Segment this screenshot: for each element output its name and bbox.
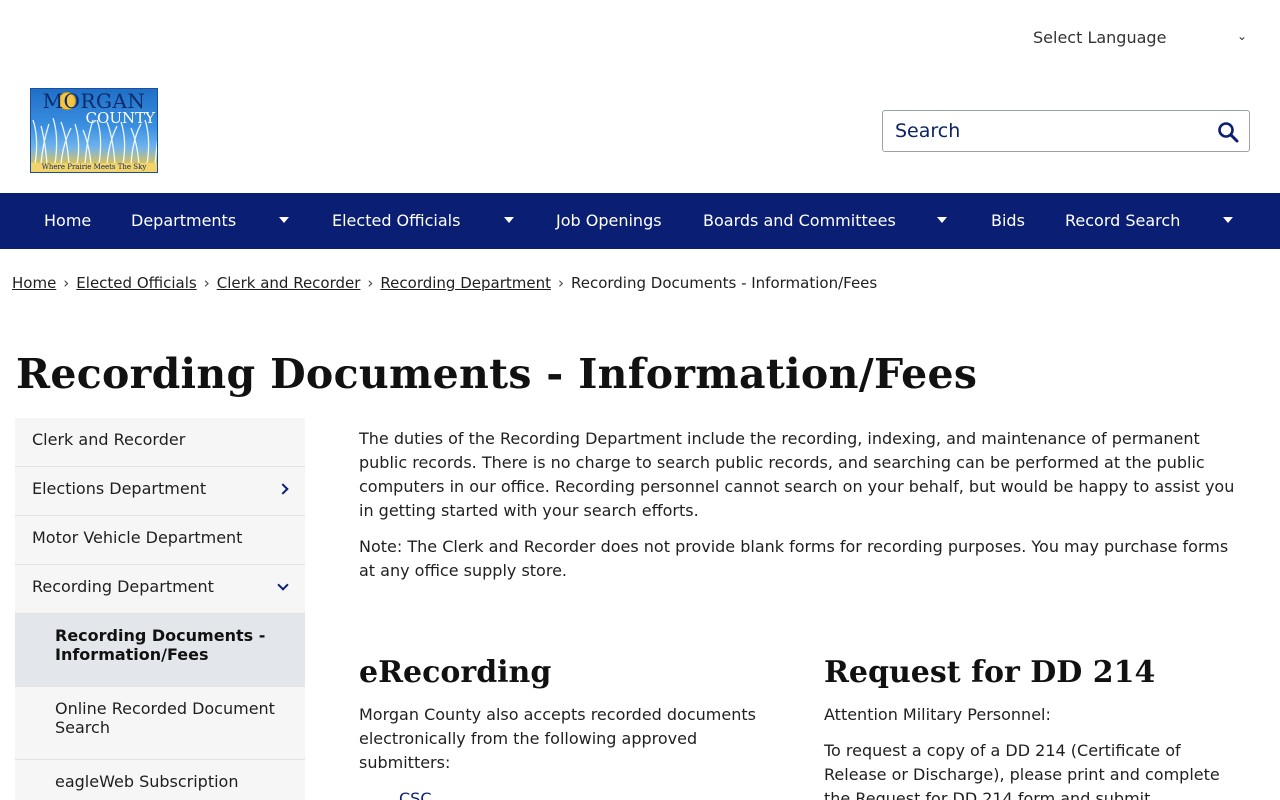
dd214-section: Request for DD 214 Attention Military Pe… [824, 655, 1234, 800]
sidebar-item-label: eagleWeb Subscription [55, 772, 239, 791]
nav-elected-officials[interactable]: Elected Officials [332, 193, 460, 249]
breadcrumb-separator: › [203, 274, 210, 292]
breadcrumb-clerk-recorder[interactable]: Clerk and Recorder [217, 274, 361, 292]
sidebar-item-label: Recording Documents - Information/Fees [55, 626, 266, 664]
county-logo[interactable]: MORGAN COUNTY Where Prairie Meets The Sk… [30, 88, 158, 173]
search-input[interactable]: Search [882, 110, 1250, 152]
sidebar-item-clerk-recorder[interactable]: Clerk and Recorder [15, 418, 305, 467]
grass-graphic [32, 118, 157, 164]
erecording-heading: eRecording [359, 655, 552, 690]
nav-bids[interactable]: Bids [991, 193, 1025, 249]
boards-caret-icon[interactable] [937, 217, 947, 223]
erecording-text: Morgan County also accepts recorded docu… [359, 705, 756, 772]
record-search-caret-icon[interactable] [1223, 217, 1233, 223]
sidebar-item-eagleweb[interactable]: eagleWeb Subscription [15, 760, 305, 800]
nav-job-openings[interactable]: Job Openings [556, 193, 662, 249]
logo-tagline: Where Prairie Meets The Sky [31, 163, 157, 172]
main-content: The duties of the Recording Department i… [359, 427, 1239, 595]
erecording-section: eRecording Morgan County also accepts re… [359, 655, 779, 800]
breadcrumb-elected-officials[interactable]: Elected Officials [76, 274, 196, 292]
note-paragraph: Note: The Clerk and Recorder does not pr… [359, 537, 1229, 580]
sidebar-item-label: Online Recorded Document Search [55, 699, 275, 737]
departments-caret-icon[interactable] [279, 217, 289, 223]
sidebar-item-recording[interactable]: Recording Department [15, 565, 305, 614]
search-icon[interactable] [1217, 121, 1239, 143]
chevron-down-icon: ⌄ [1236, 29, 1247, 43]
chevron-right-icon[interactable] [277, 483, 289, 495]
sidebar-item-label: Elections Department [32, 479, 207, 498]
nav-record-search[interactable]: Record Search [1065, 193, 1180, 249]
main-nav: Home Departments Elected Officials Job O… [0, 193, 1280, 249]
search-placeholder: Search [895, 120, 961, 142]
sidebar-item-label: Clerk and Recorder [32, 430, 186, 449]
breadcrumb-recording-department[interactable]: Recording Department [380, 274, 551, 292]
sidebar-item-label: Motor Vehicle Department [32, 528, 243, 547]
sidebar-item-label: Recording Department [32, 577, 214, 596]
breadcrumb-home[interactable]: Home [12, 274, 56, 292]
nav-boards-committees[interactable]: Boards and Committees [703, 193, 896, 249]
breadcrumb: Home › Elected Officials › Clerk and Recorde… [12, 274, 877, 292]
nav-home[interactable]: Home [44, 193, 91, 249]
language-select[interactable]: Select Language ⌄ [1033, 28, 1253, 48]
chevron-down-icon[interactable] [277, 579, 289, 591]
sidebar-item-recording-documents[interactable]: Recording Documents - Information/Fees [15, 614, 305, 687]
dd214-text: To request a copy of a DD 214 (Certifica… [824, 741, 1220, 800]
page-title: Recording Documents - Information/Fees [16, 350, 978, 398]
nav-departments[interactable]: Departments [131, 193, 236, 249]
intro-paragraph: The duties of the Recording Department i… [359, 429, 1235, 520]
sidebar-item-online-search[interactable]: Online Recorded Document Search [15, 687, 305, 760]
elected-officials-caret-icon[interactable] [504, 217, 514, 223]
breadcrumb-separator: › [63, 274, 70, 292]
sidebar-item-elections[interactable]: Elections Department [15, 467, 305, 516]
submitter-link[interactable]: CSC [399, 789, 432, 800]
sidebar-item-motor-vehicle[interactable]: Motor Vehicle Department [15, 516, 305, 565]
breadcrumb-separator: › [367, 274, 374, 292]
language-select-label: Select Language [1033, 28, 1167, 47]
sidebar: Clerk and Recorder Elections Department … [15, 418, 305, 800]
dd214-attention: Attention Military Personnel: [824, 705, 1051, 724]
breadcrumb-separator: › [557, 274, 564, 292]
breadcrumb-current: Recording Documents - Information/Fees [570, 274, 878, 292]
dd214-heading: Request for DD 214 [824, 655, 1156, 690]
